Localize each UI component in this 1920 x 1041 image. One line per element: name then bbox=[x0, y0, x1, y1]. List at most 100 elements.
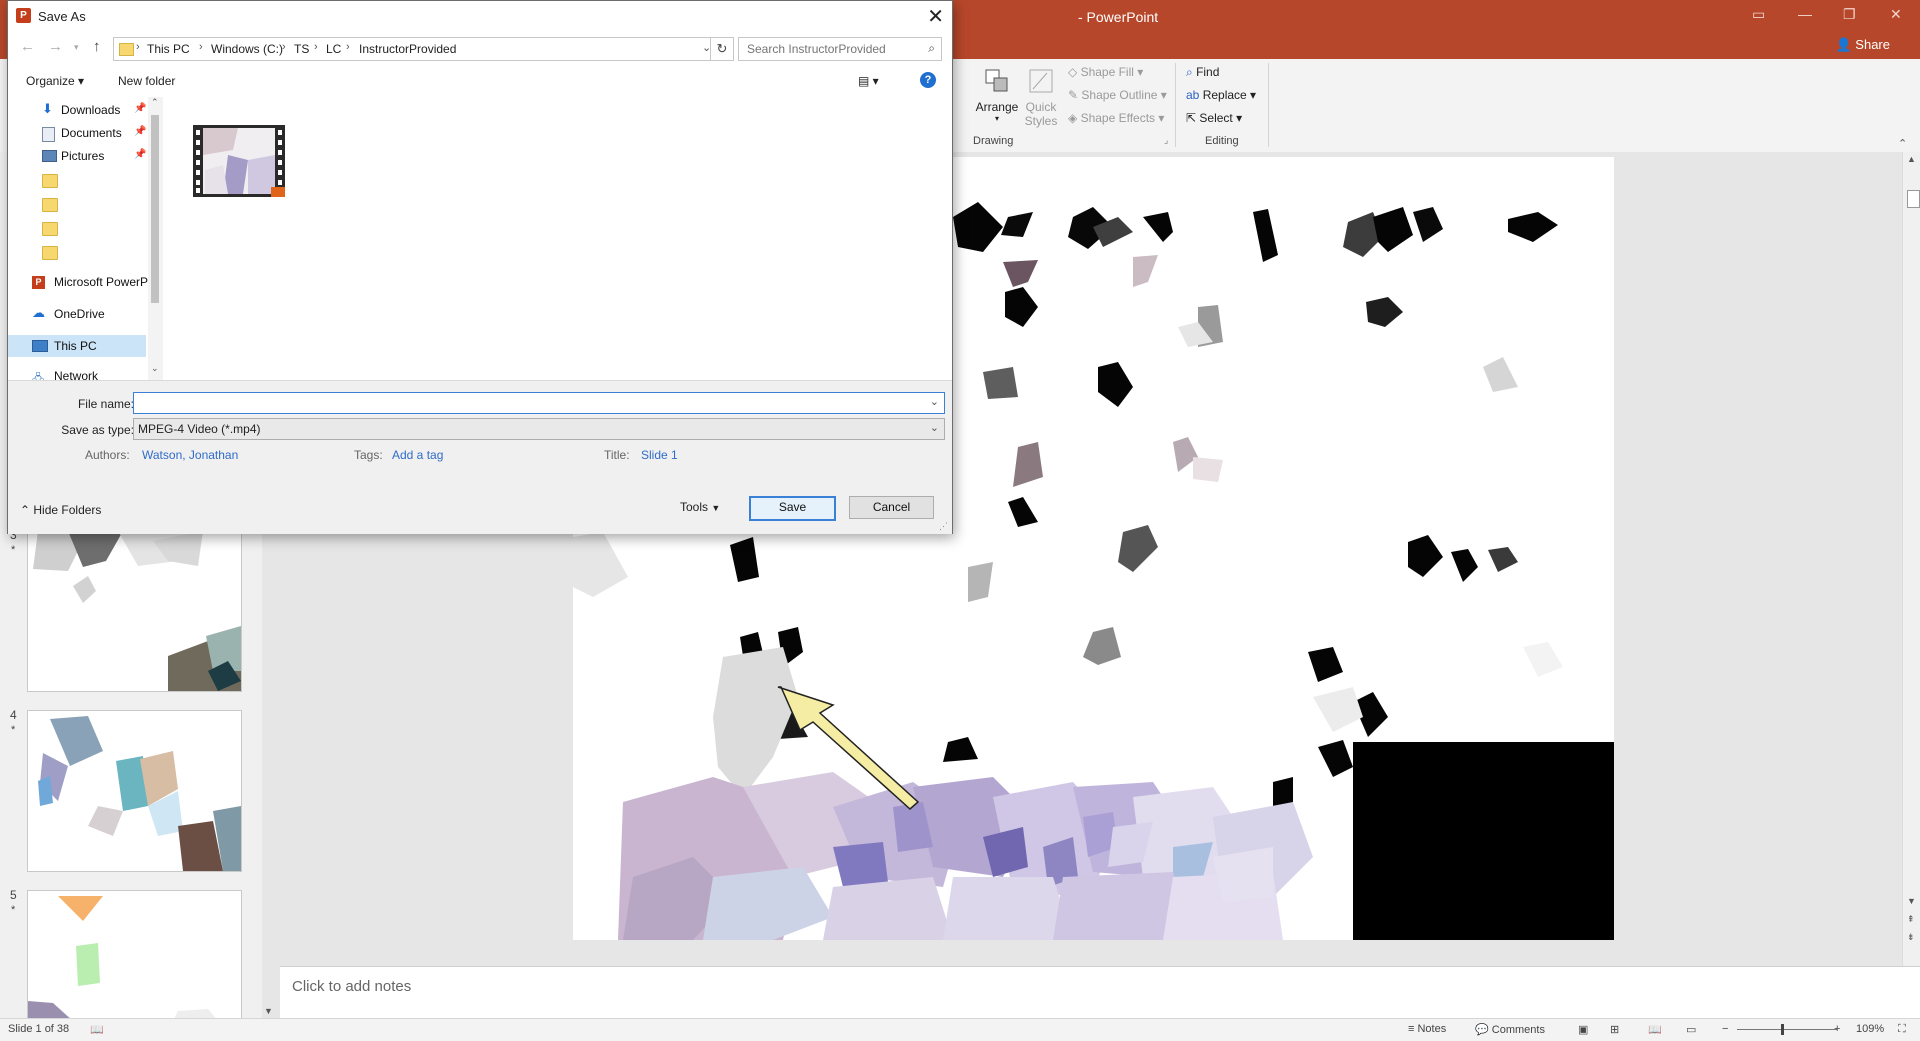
scroll-thumb[interactable] bbox=[151, 115, 159, 303]
quick-styles-button[interactable]: Quick Styles bbox=[1022, 67, 1060, 128]
search-input[interactable] bbox=[745, 38, 919, 60]
slide-vertical-scrollbar[interactable]: ▲ ▼ ⇞ ⇟ bbox=[1902, 152, 1920, 966]
slide-thumbnail-3[interactable] bbox=[27, 530, 242, 692]
normal-view-icon[interactable]: ▣ bbox=[1578, 1023, 1588, 1036]
save-type-select[interactable]: MPEG-4 Video (*.mp4) ⌄ bbox=[133, 418, 945, 440]
tools-button[interactable]: Tools ▼ bbox=[680, 500, 720, 514]
comments-toggle-button[interactable]: 💬 Comments bbox=[1475, 1023, 1545, 1036]
breadcrumb-item[interactable]: This PC bbox=[147, 42, 190, 56]
nav-item-downloads[interactable]: ⬇ Downloads 📌 bbox=[8, 99, 146, 121]
cloud-icon: ☁ bbox=[32, 305, 45, 320]
forward-arrow-icon[interactable]: → bbox=[48, 38, 63, 55]
file-list-area[interactable] bbox=[163, 97, 952, 380]
back-arrow-icon[interactable]: ← bbox=[20, 38, 35, 55]
breadcrumb-item[interactable]: InstructorProvided bbox=[359, 42, 456, 56]
recent-locations-icon[interactable]: ▾ bbox=[74, 42, 79, 53]
scroll-up-icon[interactable]: ▲ bbox=[1907, 154, 1916, 164]
pin-icon[interactable]: 📌 bbox=[134, 149, 146, 160]
share-button[interactable]: 👤 Share bbox=[1835, 37, 1890, 53]
video-file-icon bbox=[193, 125, 285, 197]
slide-sorter-icon[interactable]: ⊞ bbox=[1610, 1023, 1619, 1036]
save-button[interactable]: Save bbox=[749, 496, 836, 521]
restore-icon[interactable]: ❐ bbox=[1843, 6, 1856, 23]
file-name-field[interactable]: ⌄ bbox=[133, 392, 945, 414]
nav-item-this-pc[interactable]: This PC bbox=[8, 335, 146, 357]
slideshow-icon[interactable]: ▭ bbox=[1686, 1023, 1696, 1036]
chevron-down-icon[interactable]: ⌄ bbox=[930, 395, 939, 408]
nav-item-onedrive[interactable]: ☁ OneDrive bbox=[8, 303, 146, 325]
nav-item-pictures[interactable]: Pictures 📌 bbox=[8, 145, 146, 167]
find-button[interactable]: ⌕ Find bbox=[1186, 65, 1219, 80]
cancel-button[interactable]: Cancel bbox=[849, 496, 934, 519]
title-value[interactable]: Slide 1 bbox=[641, 448, 678, 462]
view-options-icon[interactable]: ▤ ▾ bbox=[858, 74, 879, 88]
hide-folders-button[interactable]: ⌃ Hide Folders bbox=[20, 503, 101, 517]
address-bar[interactable]: › This PC › Windows (C:) › TS › LC › Ins… bbox=[113, 37, 720, 61]
nav-item-powerpoint[interactable]: P Microsoft PowerP bbox=[8, 271, 148, 293]
search-box[interactable]: ⌕ bbox=[738, 37, 942, 61]
zoom-slider[interactable] bbox=[1737, 1029, 1837, 1030]
zoom-in-button[interactable]: + bbox=[1834, 1023, 1840, 1035]
notes-placeholder: Click to add notes bbox=[292, 978, 412, 995]
search-icon[interactable]: ⌕ bbox=[928, 41, 935, 56]
pin-icon[interactable]: 📌 bbox=[134, 126, 146, 137]
slide-thumbnail-5[interactable] bbox=[27, 890, 242, 1022]
nav-item-folder[interactable] bbox=[8, 193, 146, 215]
shape-outline-button[interactable]: ✎ Shape Outline ▾ bbox=[1068, 88, 1167, 102]
notes-pane[interactable]: Click to add notes bbox=[280, 966, 1920, 1019]
spell-check-icon[interactable]: 📖 bbox=[90, 1023, 104, 1036]
dialog-launcher-icon[interactable]: ⌟ bbox=[1164, 135, 1168, 146]
new-folder-button[interactable]: New folder bbox=[118, 74, 175, 88]
resize-grip-icon[interactable]: ⋰ bbox=[939, 521, 948, 532]
chevron-down-icon[interactable]: ⌄ bbox=[930, 421, 939, 434]
nav-item-folder[interactable] bbox=[8, 169, 146, 191]
organize-button[interactable]: Organize ▾ bbox=[26, 74, 84, 88]
next-slide-icon[interactable]: ⇟ bbox=[1907, 932, 1915, 943]
scroll-down-icon[interactable]: ▼ bbox=[264, 1006, 273, 1016]
black-rectangle bbox=[1353, 742, 1614, 940]
fit-to-window-icon[interactable]: ⛶ bbox=[1898, 1023, 1906, 1036]
select-button[interactable]: ⇱ Select ▾ bbox=[1186, 111, 1242, 125]
animation-star-icon: * bbox=[11, 904, 16, 916]
shape-effects-button[interactable]: ◈ Shape Effects ▾ bbox=[1068, 111, 1164, 125]
nav-pane-scrollbar[interactable]: ⌃ ⌄ bbox=[148, 97, 163, 380]
nav-item-folder[interactable] bbox=[8, 241, 146, 263]
collapse-ribbon-icon[interactable]: ⌃ bbox=[1898, 137, 1907, 150]
scroll-down-icon[interactable]: ▼ bbox=[1907, 896, 1916, 906]
breadcrumb-item[interactable]: TS bbox=[294, 42, 309, 56]
tags-value[interactable]: Add a tag bbox=[392, 448, 443, 462]
authors-value[interactable]: Watson, Jonathan bbox=[142, 448, 238, 462]
scroll-thumb[interactable] bbox=[1907, 190, 1920, 208]
ribbon-display-icon[interactable]: ▭ bbox=[1752, 6, 1765, 23]
scroll-down-icon[interactable]: ⌄ bbox=[151, 363, 159, 374]
help-icon[interactable]: ? bbox=[920, 72, 936, 88]
pin-icon[interactable]: 📌 bbox=[134, 103, 146, 114]
up-arrow-icon[interactable]: ↑ bbox=[93, 38, 101, 55]
arrange-button[interactable]: Arrange ▾ bbox=[975, 67, 1019, 123]
folder-icon bbox=[42, 246, 58, 260]
zoom-out-button[interactable]: − bbox=[1722, 1023, 1728, 1035]
refresh-icon[interactable]: ↻ bbox=[710, 37, 734, 61]
zoom-level[interactable]: 109% bbox=[1856, 1023, 1884, 1035]
scroll-up-icon[interactable]: ⌃ bbox=[151, 97, 159, 108]
close-icon[interactable]: ✕ bbox=[1890, 6, 1902, 23]
nav-item-folder[interactable] bbox=[8, 217, 146, 239]
shape-fill-button[interactable]: ◇ Shape Fill ▾ bbox=[1068, 65, 1143, 79]
reading-view-icon[interactable]: 📖 bbox=[1648, 1023, 1662, 1036]
notes-toggle-button[interactable]: ≡ Notes bbox=[1408, 1023, 1446, 1035]
video-file-item[interactable] bbox=[193, 125, 285, 197]
quick-styles-icon bbox=[1029, 69, 1053, 93]
close-icon[interactable]: ✕ bbox=[927, 4, 944, 29]
replace-button[interactable]: ab Replace ▾ bbox=[1186, 88, 1256, 102]
slide-thumbnail-4[interactable] bbox=[27, 710, 242, 872]
powerpoint-icon: P bbox=[32, 276, 45, 289]
zoom-slider-thumb[interactable] bbox=[1781, 1024, 1784, 1035]
minimize-icon[interactable]: — bbox=[1798, 6, 1812, 22]
file-name-input[interactable] bbox=[138, 393, 922, 413]
slide-counter: Slide 1 of 38 bbox=[8, 1023, 70, 1035]
nav-item-documents[interactable]: Documents 📌 bbox=[8, 122, 146, 144]
previous-slide-icon[interactable]: ⇞ bbox=[1907, 914, 1915, 925]
nav-item-network[interactable]: 🖧 Network bbox=[8, 365, 146, 380]
breadcrumb-item[interactable]: LC bbox=[326, 42, 341, 56]
breadcrumb-item[interactable]: Windows (C:) bbox=[211, 42, 283, 56]
